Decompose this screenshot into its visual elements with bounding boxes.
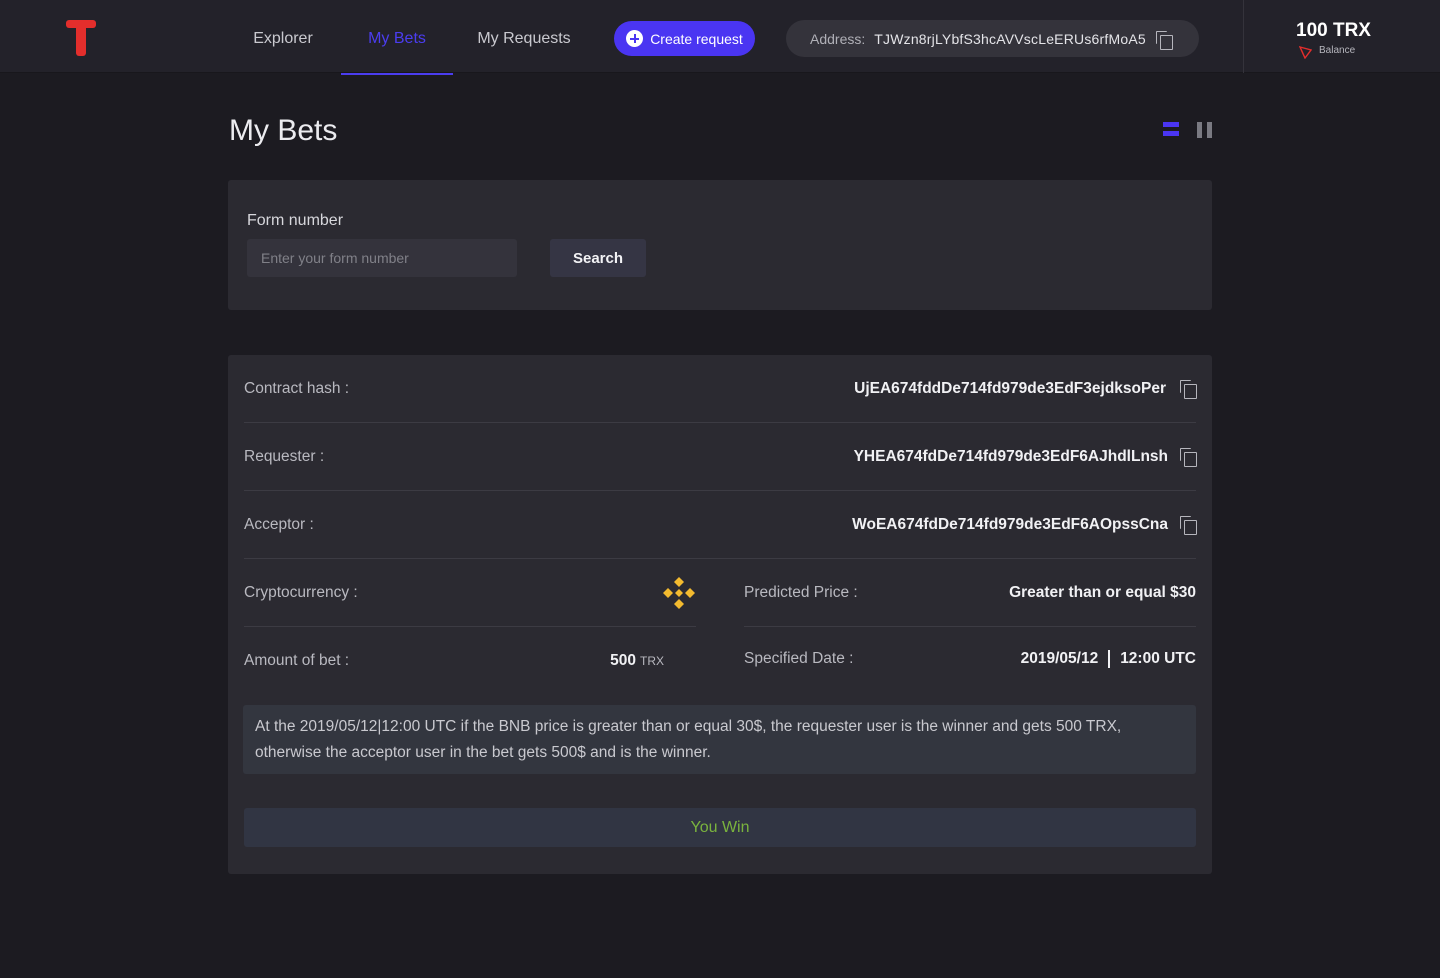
specified-date-label: Specified Date : bbox=[744, 650, 854, 667]
address-display: Address: TJWzn8rjLYbfS3hcAVVscLeERUs6rfM… bbox=[786, 20, 1199, 57]
date-time-divider bbox=[1108, 649, 1111, 668]
requester-label: Requester : bbox=[244, 447, 325, 465]
top-header: Explorer My Bets My Requests Create requ… bbox=[0, 0, 1440, 75]
plus-circle-icon bbox=[626, 30, 644, 47]
copy-address-icon[interactable] bbox=[1156, 31, 1173, 50]
amount-value: 500 bbox=[610, 652, 636, 669]
copy-acceptor-icon[interactable] bbox=[1180, 516, 1197, 535]
create-request-label: Create request bbox=[650, 30, 743, 47]
nav-explorer[interactable]: Explorer bbox=[244, 0, 322, 75]
nav-my-requests[interactable]: My Requests bbox=[470, 0, 578, 75]
search-button[interactable]: Search bbox=[550, 239, 646, 277]
predicted-price-label: Predicted Price : bbox=[744, 583, 858, 601]
requester-row: Requester : YHEA674fdDe714fd979de3EdF6AJ… bbox=[244, 423, 1197, 491]
acceptor-row: Acceptor : WoEA674fdDe714fd979de3EdF6AOp… bbox=[244, 491, 1197, 559]
specified-date-value: 2019/05/12 bbox=[1020, 650, 1099, 668]
amount-row: Amount of bet : 500 TRX bbox=[244, 627, 696, 695]
form-number-label: Form number bbox=[247, 212, 344, 229]
page-title: My Bets bbox=[229, 114, 338, 147]
copy-requester-icon[interactable] bbox=[1180, 448, 1197, 467]
acceptor-value: WoEA674fdDe714fd979de3EdF6AOpssCna bbox=[852, 515, 1168, 533]
bet-details-panel: Contract hash : UjEA674fddDe714fd979de3E… bbox=[228, 355, 1212, 874]
create-request-button[interactable]: Create request bbox=[614, 21, 755, 56]
amount-label: Amount of bet : bbox=[244, 652, 350, 669]
address-label: Address: bbox=[810, 30, 866, 47]
balance-box: 100 TRX Balance bbox=[1243, 0, 1440, 73]
tron-icon bbox=[1299, 46, 1312, 59]
predicted-price-row: Predicted Price : Greater than or equal … bbox=[744, 559, 1196, 627]
cryptocurrency-row: Cryptocurrency : bbox=[244, 559, 696, 627]
requester-value: YHEA674fdDe714fd979de3EdF6AJhdlLnsh bbox=[853, 447, 1168, 465]
balance-label: Balance bbox=[1319, 45, 1356, 56]
acceptor-label: Acceptor : bbox=[244, 515, 314, 533]
result-banner: You Win bbox=[244, 808, 1196, 847]
search-panel: Form number Search bbox=[228, 180, 1212, 310]
address-value: TJWzn8rjLYbfS3hcAVVscLeERUs6rfMoA5 bbox=[874, 30, 1146, 47]
contract-hash-label: Contract hash : bbox=[244, 379, 350, 397]
copy-contract-hash-icon[interactable] bbox=[1180, 380, 1197, 399]
app-logo-icon[interactable] bbox=[66, 20, 96, 56]
balance-amount: 100 TRX bbox=[1296, 20, 1371, 41]
specified-time-value: 12:00 UTC bbox=[1120, 650, 1196, 668]
bet-description: At the 2019/05/12|12:00 UTC if the BNB p… bbox=[243, 705, 1196, 774]
bnb-icon bbox=[663, 577, 695, 609]
nav-my-bets[interactable]: My Bets bbox=[341, 0, 453, 75]
cryptocurrency-label: Cryptocurrency : bbox=[244, 583, 358, 601]
amount-unit: TRX bbox=[640, 654, 664, 668]
contract-hash-value: UjEA674fddDe714fd979de3EdF3ejdksoPer bbox=[854, 379, 1166, 397]
contract-hash-row: Contract hash : UjEA674fddDe714fd979de3E… bbox=[244, 355, 1197, 423]
list-view-icon[interactable] bbox=[1163, 122, 1179, 138]
specified-date-row: Specified Date : 2019/05/12 12:00 UTC bbox=[744, 625, 1196, 693]
form-number-input[interactable] bbox=[247, 239, 517, 277]
predicted-price-value: Greater than or equal $30 bbox=[1009, 583, 1196, 601]
grid-view-icon[interactable] bbox=[1197, 122, 1213, 138]
